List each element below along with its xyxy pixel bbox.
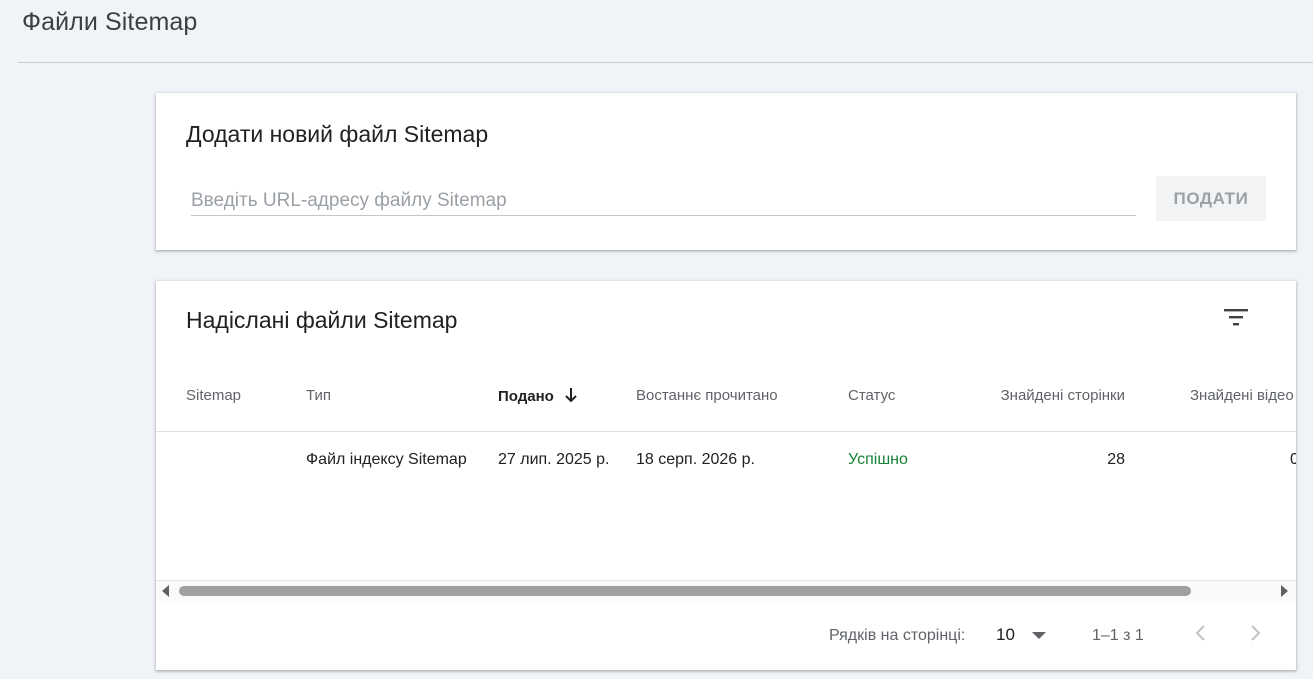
rows-per-page-label: Рядків на сторінці: <box>829 627 966 644</box>
add-sitemap-title: Додати новий файл Sitemap <box>186 121 489 147</box>
dropdown-arrow-icon[interactable] <box>1032 632 1046 640</box>
submit-button[interactable]: ПОДАТИ <box>1156 176 1266 221</box>
horizontal-scrollbar[interactable] <box>156 580 1296 601</box>
filter-icon[interactable] <box>1222 305 1250 329</box>
cell-last-read: 18 серп. 2026 р. <box>636 451 755 468</box>
scrollbar-thumb[interactable] <box>179 586 1191 596</box>
table-header-divider <box>156 431 1296 432</box>
sitemap-url-input[interactable] <box>191 187 1136 216</box>
scroll-left-icon[interactable] <box>162 585 169 597</box>
submitted-sitemaps-title: Надіслані файли Sitemap <box>186 307 458 333</box>
chevron-left-icon[interactable] <box>1192 623 1210 643</box>
arrow-down-icon <box>565 388 577 403</box>
rows-per-page-select[interactable]: 10 <box>996 625 1015 645</box>
column-header-status[interactable]: Статус <box>848 387 895 404</box>
page-title: Файли Sitemap <box>22 8 198 36</box>
cell-submitted: 27 лип. 2025 р. <box>498 451 610 468</box>
column-header-type[interactable]: Тип <box>306 387 331 404</box>
column-header-last-read[interactable]: Востаннє прочитано <box>636 387 778 404</box>
column-header-pages-found[interactable]: Знайдені сторінки <box>936 387 1125 404</box>
column-header-submitted-label: Подано <box>498 388 554 405</box>
column-header-sitemap[interactable]: Sitemap <box>186 387 241 404</box>
scroll-right-icon[interactable] <box>1281 585 1288 597</box>
cell-videos-found: 0 <box>1290 451 1296 468</box>
column-header-videos-found[interactable]: Знайдені відео <box>1190 387 1296 404</box>
pagination-range: 1–1 з 1 <box>1092 627 1144 644</box>
add-sitemap-card: Додати новий файл Sitemap ПОДАТИ <box>156 93 1296 250</box>
cell-pages-found: 28 <box>1107 451 1125 468</box>
submitted-sitemaps-card: Надіслані файли Sitemap Sitemap Тип Пода… <box>156 281 1296 670</box>
cell-type: Файл індексу Sitemap <box>306 451 467 468</box>
column-header-submitted[interactable]: Подано <box>498 387 578 405</box>
header-divider <box>18 62 1313 63</box>
chevron-right-icon[interactable] <box>1246 623 1264 643</box>
cell-status: Успішно <box>848 451 908 468</box>
